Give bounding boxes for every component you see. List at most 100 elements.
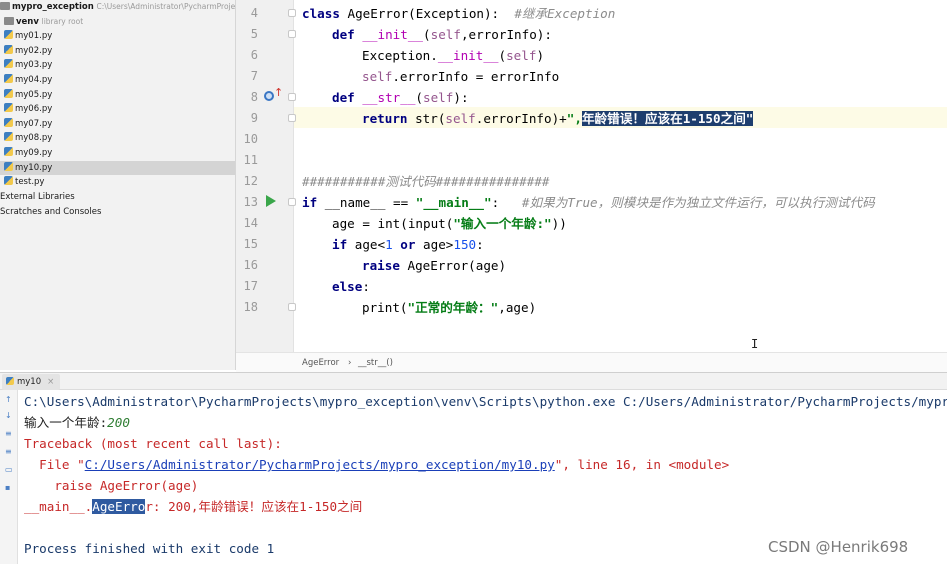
external-libraries-item[interactable]: External Libraries: [0, 190, 235, 205]
project-file-label: my02.py: [15, 45, 53, 56]
close-tab-icon[interactable]: ×: [47, 377, 54, 387]
fold-marker-icon[interactable]: [288, 198, 296, 206]
line-number: 6: [250, 48, 258, 62]
run-tab-my10[interactable]: my10 ×: [2, 374, 61, 390]
project-file-item[interactable]: my08.py: [0, 131, 235, 146]
fold-marker-icon[interactable]: [288, 30, 296, 38]
text-cursor-icon: I: [751, 337, 759, 351]
print-icon[interactable]: ▭: [5, 466, 13, 474]
override-marker-icon[interactable]: [264, 91, 274, 101]
venv-folder-item[interactable]: venv library root: [0, 15, 235, 30]
selected-text: 年龄错误！应该在1-150之间": [581, 111, 754, 126]
breadcrumb-item-class[interactable]: AgeError: [302, 353, 339, 373]
clear-icon[interactable]: ▪: [5, 484, 13, 492]
breadcrumb: AgeError › __str__(): [236, 352, 947, 372]
breadcrumb-item-method[interactable]: __str__(): [358, 353, 393, 373]
wrap-icon[interactable]: ≡: [5, 430, 13, 438]
code-line-17: else:: [332, 279, 370, 294]
python-file-icon: [4, 74, 13, 83]
project-file-item[interactable]: my10.py: [0, 160, 235, 176]
scroll-end-icon[interactable]: ≡: [5, 448, 13, 456]
console-error-message: __main__.AgeError: 200,年龄错误！应该在1-150之间: [24, 499, 363, 514]
fold-marker-icon[interactable]: [288, 114, 296, 122]
python-file-icon: [4, 147, 13, 156]
console-traceback-header: Traceback (most recent call last):: [24, 436, 282, 451]
line-number: 5: [250, 27, 258, 41]
code-line-16: raise AgeError(age): [362, 258, 507, 273]
line-number: 10: [243, 132, 258, 146]
code-editor[interactable]: 4 5 6 7 8 9 10 11 12 13 14 15 16 17 18 ↑ class AgeErro…: [236, 0, 947, 352]
project-file-item[interactable]: my01.py: [0, 29, 235, 44]
project-file-label: my04.py: [15, 75, 53, 85]
console-toolbar: ↑ ↓ ≡ ≡ ▭ ▪: [0, 390, 18, 564]
code-line-5: def __init__(self,errorInfo):: [332, 27, 552, 42]
fold-marker-icon[interactable]: [288, 9, 296, 17]
project-file-item[interactable]: my07.py: [0, 117, 235, 132]
project-file-item[interactable]: my02.py: [0, 44, 235, 59]
breadcrumb-separator: ›: [348, 358, 352, 368]
console-selected-text: AgeErro: [92, 499, 146, 514]
project-file-item[interactable]: my03.py: [0, 58, 235, 73]
folder-icon: [4, 16, 14, 25]
python-file-icon: [4, 161, 13, 171]
code-line-4: class AgeError(Exception): #继承Exception: [302, 6, 616, 21]
python-file-icon: [4, 44, 13, 54]
python-file-icon: [4, 176, 13, 186]
console-command-line: C:\Users\Administrator\PycharmProjects\m…: [24, 394, 947, 409]
python-file-icon: [4, 30, 13, 40]
csdn-watermark: CSDN @Henrik698: [768, 538, 909, 556]
project-file-label: my05.py: [15, 89, 53, 100]
python-file-icon: [4, 103, 13, 113]
fold-marker-icon[interactable]: [288, 93, 296, 101]
rerun-icon[interactable]: ↑: [5, 396, 13, 404]
project-file-label: my07.py: [15, 118, 53, 129]
code-line-7: self.errorInfo = errorInfo: [362, 69, 560, 84]
code-line-18: print("正常的年龄：",age): [362, 300, 537, 315]
line-number: 14: [243, 216, 258, 230]
arrow-up-icon[interactable]: ↑: [274, 87, 283, 99]
project-tool-window: mypro_exception C:\Users\Administrator\P…: [0, 0, 236, 370]
traceback-file-link[interactable]: C:/Users/Administrator/PycharmProjects/m…: [85, 457, 555, 472]
python-file-icon: [6, 377, 14, 385]
code-line-6: Exception.__init__(self): [362, 48, 545, 63]
project-file-label: my01.py: [15, 31, 53, 42]
console-input-line: 输入一个年龄:200: [24, 415, 130, 430]
folder-icon: [0, 2, 10, 10]
line-number: 12: [243, 174, 258, 188]
project-file-label: test.py: [15, 177, 45, 188]
project-file-label: my06.py: [15, 104, 53, 115]
project-file-item[interactable]: my09.py: [0, 146, 235, 161]
python-file-icon: [4, 117, 13, 127]
line-number: 17: [243, 279, 258, 293]
console-traceback-file: File "C:/Users/Administrator/PycharmProj…: [24, 457, 730, 472]
line-number: 16: [243, 258, 258, 272]
run-icon[interactable]: [266, 195, 276, 207]
line-number: 18: [243, 300, 258, 314]
code-line-8: def __str__(self):: [332, 90, 469, 105]
project-file-label: my03.py: [15, 60, 53, 71]
line-number: 15: [243, 237, 258, 251]
run-tab-bar: my10 ×: [0, 372, 947, 390]
line-number: 4: [250, 6, 258, 20]
python-file-icon: [4, 88, 13, 98]
fold-marker-icon[interactable]: [288, 303, 296, 311]
console-raise-line: raise AgeError(age): [24, 478, 199, 493]
line-number: 11: [243, 153, 258, 167]
stop-icon[interactable]: ↓: [5, 412, 13, 420]
project-root-path: C:\Users\Administrator\PycharmProjects\m…: [96, 2, 236, 11]
project-file-label: my08.py: [15, 133, 53, 144]
console-exit-status: Process finished with exit code 1: [24, 541, 275, 556]
project-file-item[interactable]: my04.py: [0, 73, 235, 88]
project-file-item[interactable]: my06.py: [0, 102, 235, 117]
code-line-15: if age<1 or age>150:: [332, 237, 484, 252]
project-root-item[interactable]: mypro_exception C:\Users\Administrator\P…: [0, 0, 236, 15]
project-file-item[interactable]: test.py: [0, 175, 235, 190]
project-file-label: my09.py: [15, 148, 53, 158]
python-file-icon: [4, 59, 13, 69]
line-number: 9: [250, 111, 258, 125]
line-number: 8: [250, 90, 258, 104]
python-file-icon: [4, 132, 13, 142]
scratches-item[interactable]: Scratches and Consoles: [0, 205, 235, 220]
project-file-item[interactable]: my05.py: [0, 88, 235, 103]
console-input-value: 200: [107, 415, 130, 430]
